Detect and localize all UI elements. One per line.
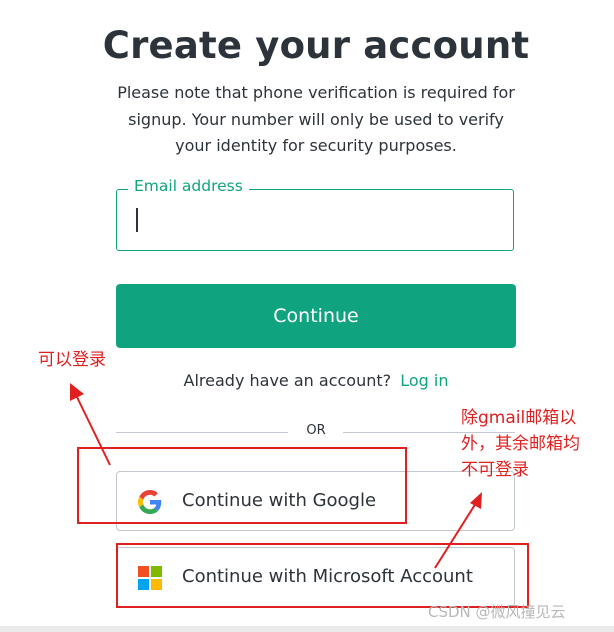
annotation-arrows [70,383,482,569]
arrow-right-shaft [434,502,477,569]
watermark: CSDN @微风撞见云 [428,603,566,621]
bottom-strip [0,626,614,632]
arrow-left-shaft [75,394,111,466]
arrow-right-head [470,492,482,509]
